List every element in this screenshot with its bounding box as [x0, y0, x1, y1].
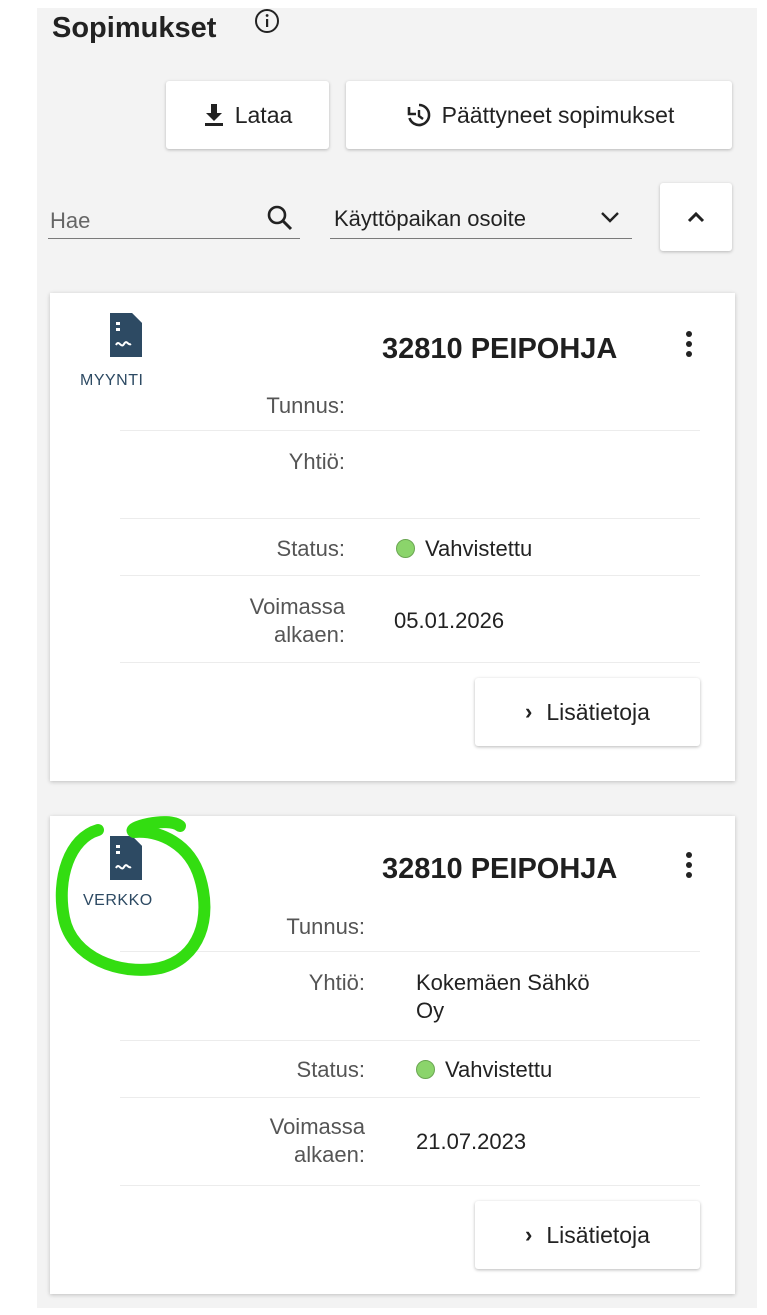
tunnus-label: Tunnus: — [266, 393, 345, 418]
more-info-button[interactable]: › Lisätietoja — [475, 1201, 700, 1269]
sort-select[interactable]: Käyttöpaikan osoite — [330, 196, 632, 242]
voimassa-label: Voimassa alkaen: — [190, 1113, 365, 1169]
row-divider — [120, 1097, 700, 1098]
row-divider — [120, 575, 700, 576]
yhtio-value-line2: Oy — [416, 998, 445, 1023]
row-divider — [120, 430, 700, 431]
more-vert-icon[interactable] — [686, 331, 694, 361]
row-divider — [120, 1185, 700, 1186]
voimassa-value: 21.07.2023 — [416, 1129, 527, 1154]
search-icon[interactable] — [266, 204, 294, 232]
contract-type-label: MYYNTI — [80, 372, 144, 389]
chevron-up-icon — [687, 211, 705, 223]
more-info-label: Lisätietoja — [546, 1221, 650, 1248]
row-divider — [120, 951, 700, 952]
yhtio-value-line1: Kokemäen Sähkö — [416, 970, 590, 995]
ended-contracts-button[interactable]: Päättyneet sopimukset — [346, 81, 732, 149]
voimassa-label-line2: alkaen: — [274, 622, 345, 647]
more-info-button[interactable]: › Lisätietoja — [475, 678, 700, 746]
voimassa-label-line1: Voimassa — [269, 1114, 365, 1139]
sort-select-value: Käyttöpaikan osoite — [334, 206, 527, 231]
ended-contracts-label: Päättyneet sopimukset — [441, 101, 675, 128]
row-divider — [120, 1040, 700, 1041]
search-underline — [48, 238, 300, 239]
chevron-down-icon — [601, 212, 619, 223]
contract-document-icon — [110, 836, 142, 880]
row-divider — [120, 518, 700, 519]
card-address: 32810 PEIPOHJA — [382, 333, 618, 365]
card-address: 32810 PEIPOHJA — [382, 853, 618, 885]
chevron-right-icon: › — [525, 1222, 533, 1247]
download-button[interactable]: Lataa — [166, 81, 329, 149]
status-label: Status: — [296, 1057, 365, 1082]
voimassa-value: 05.01.2026 — [394, 608, 505, 633]
chevron-right-icon: › — [525, 699, 533, 724]
more-vert-icon[interactable] — [686, 852, 694, 882]
sort-select-underline — [330, 238, 632, 239]
status-text: Vahvistettu — [445, 1057, 553, 1082]
download-label: Lataa — [234, 101, 293, 128]
status-value: Vahvistettu — [396, 535, 532, 563]
voimassa-label-line2: alkaen: — [294, 1142, 365, 1167]
voimassa-label: Voimassa alkaen: — [170, 593, 345, 649]
row-divider — [120, 662, 700, 663]
status-dot-icon — [396, 539, 415, 558]
status-value: Vahvistettu — [416, 1056, 552, 1084]
contract-card: VERKKO 32810 PEIPOHJA Tunnus: Yhtiö: Kok… — [50, 816, 735, 1294]
history-icon — [407, 103, 430, 127]
tunnus-label: Tunnus: — [286, 914, 365, 939]
status-label: Status: — [276, 536, 345, 561]
search-placeholder: Hae — [50, 208, 91, 233]
status-dot-icon — [416, 1060, 435, 1079]
voimassa-label-line1: Voimassa — [249, 594, 345, 619]
download-icon — [204, 104, 223, 126]
search-input[interactable]: Hae — [48, 198, 300, 242]
status-text: Vahvistettu — [425, 536, 533, 561]
page-title: Sopimukset — [52, 12, 217, 44]
contract-card: MYYNTI 32810 PEIPOHJA Tunnus: Yhtiö: Sta… — [50, 293, 735, 781]
collapse-button[interactable] — [660, 183, 732, 251]
contract-document-icon — [110, 313, 142, 357]
yhtio-value: Kokemäen Sähkö Oy — [416, 969, 590, 1025]
more-info-label: Lisätietoja — [546, 698, 650, 725]
info-icon[interactable] — [252, 6, 282, 36]
yhtio-label: Yhtiö: — [308, 970, 365, 995]
yhtio-label: Yhtiö: — [288, 449, 345, 474]
contract-type-label: VERKKO — [83, 892, 153, 909]
